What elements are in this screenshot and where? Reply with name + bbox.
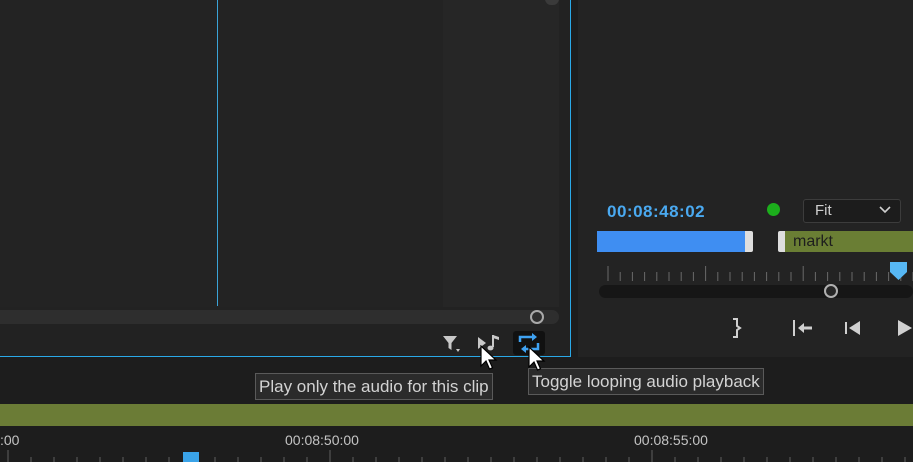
step-back-button[interactable] — [840, 316, 866, 340]
chevron-down-icon — [879, 206, 891, 214]
step-back-icon — [845, 321, 860, 335]
tooltip-toggle-looping: Toggle looping audio playback — [528, 368, 764, 395]
clip-end-handle[interactable] — [745, 231, 753, 252]
playhead-line[interactable] — [217, 0, 218, 306]
zoom-scroll-bar[interactable] — [599, 285, 913, 298]
go-to-in-button[interactable] — [790, 316, 816, 340]
mark-out-icon — [733, 318, 742, 338]
status-indicator-dot — [767, 203, 780, 216]
clip-bar-markt[interactable]: markt — [785, 231, 913, 252]
timeline-timecode: 00:08:50:00 — [285, 432, 359, 448]
timeline-timecode: :00 — [0, 432, 20, 448]
tooltip-play-audio-only: Play only the audio for this clip — [255, 373, 493, 400]
zoom-scroll-handle[interactable] — [824, 284, 838, 298]
waveform-empty-area — [443, 0, 559, 307]
source-monitor-panel — [0, 0, 571, 357]
timeline-ruler[interactable] — [0, 450, 913, 462]
horizontal-scrollbar[interactable] — [0, 310, 559, 324]
program-monitor-panel — [578, 0, 913, 357]
zoom-level-select[interactable]: Fit — [803, 199, 901, 223]
clip-start-handle[interactable] — [778, 231, 785, 252]
timeline-track-bar[interactable] — [0, 404, 913, 426]
timeline-playhead[interactable] — [183, 452, 199, 462]
clip-bar-blue[interactable] — [597, 231, 745, 252]
mouse-cursor-icon — [480, 345, 498, 370]
go-to-in-icon — [793, 320, 812, 336]
clip-label: markt — [793, 233, 833, 250]
mouse-cursor-icon — [528, 346, 546, 371]
play-icon — [898, 320, 912, 336]
play-button[interactable] — [890, 316, 913, 340]
time-ruler[interactable] — [600, 262, 913, 282]
zoom-level-value: Fit — [815, 202, 832, 219]
horizontal-scroll-handle[interactable] — [530, 310, 544, 324]
playhead-marker[interactable] — [890, 262, 907, 280]
filter-icon — [443, 336, 460, 352]
waveform-area[interactable] — [0, 0, 443, 307]
mark-out-button[interactable] — [722, 316, 748, 340]
filter-button[interactable] — [438, 331, 464, 355]
playhead-timecode[interactable]: 00:08:48:02 — [607, 202, 705, 222]
timeline-timecode: 00:08:55:00 — [634, 432, 708, 448]
